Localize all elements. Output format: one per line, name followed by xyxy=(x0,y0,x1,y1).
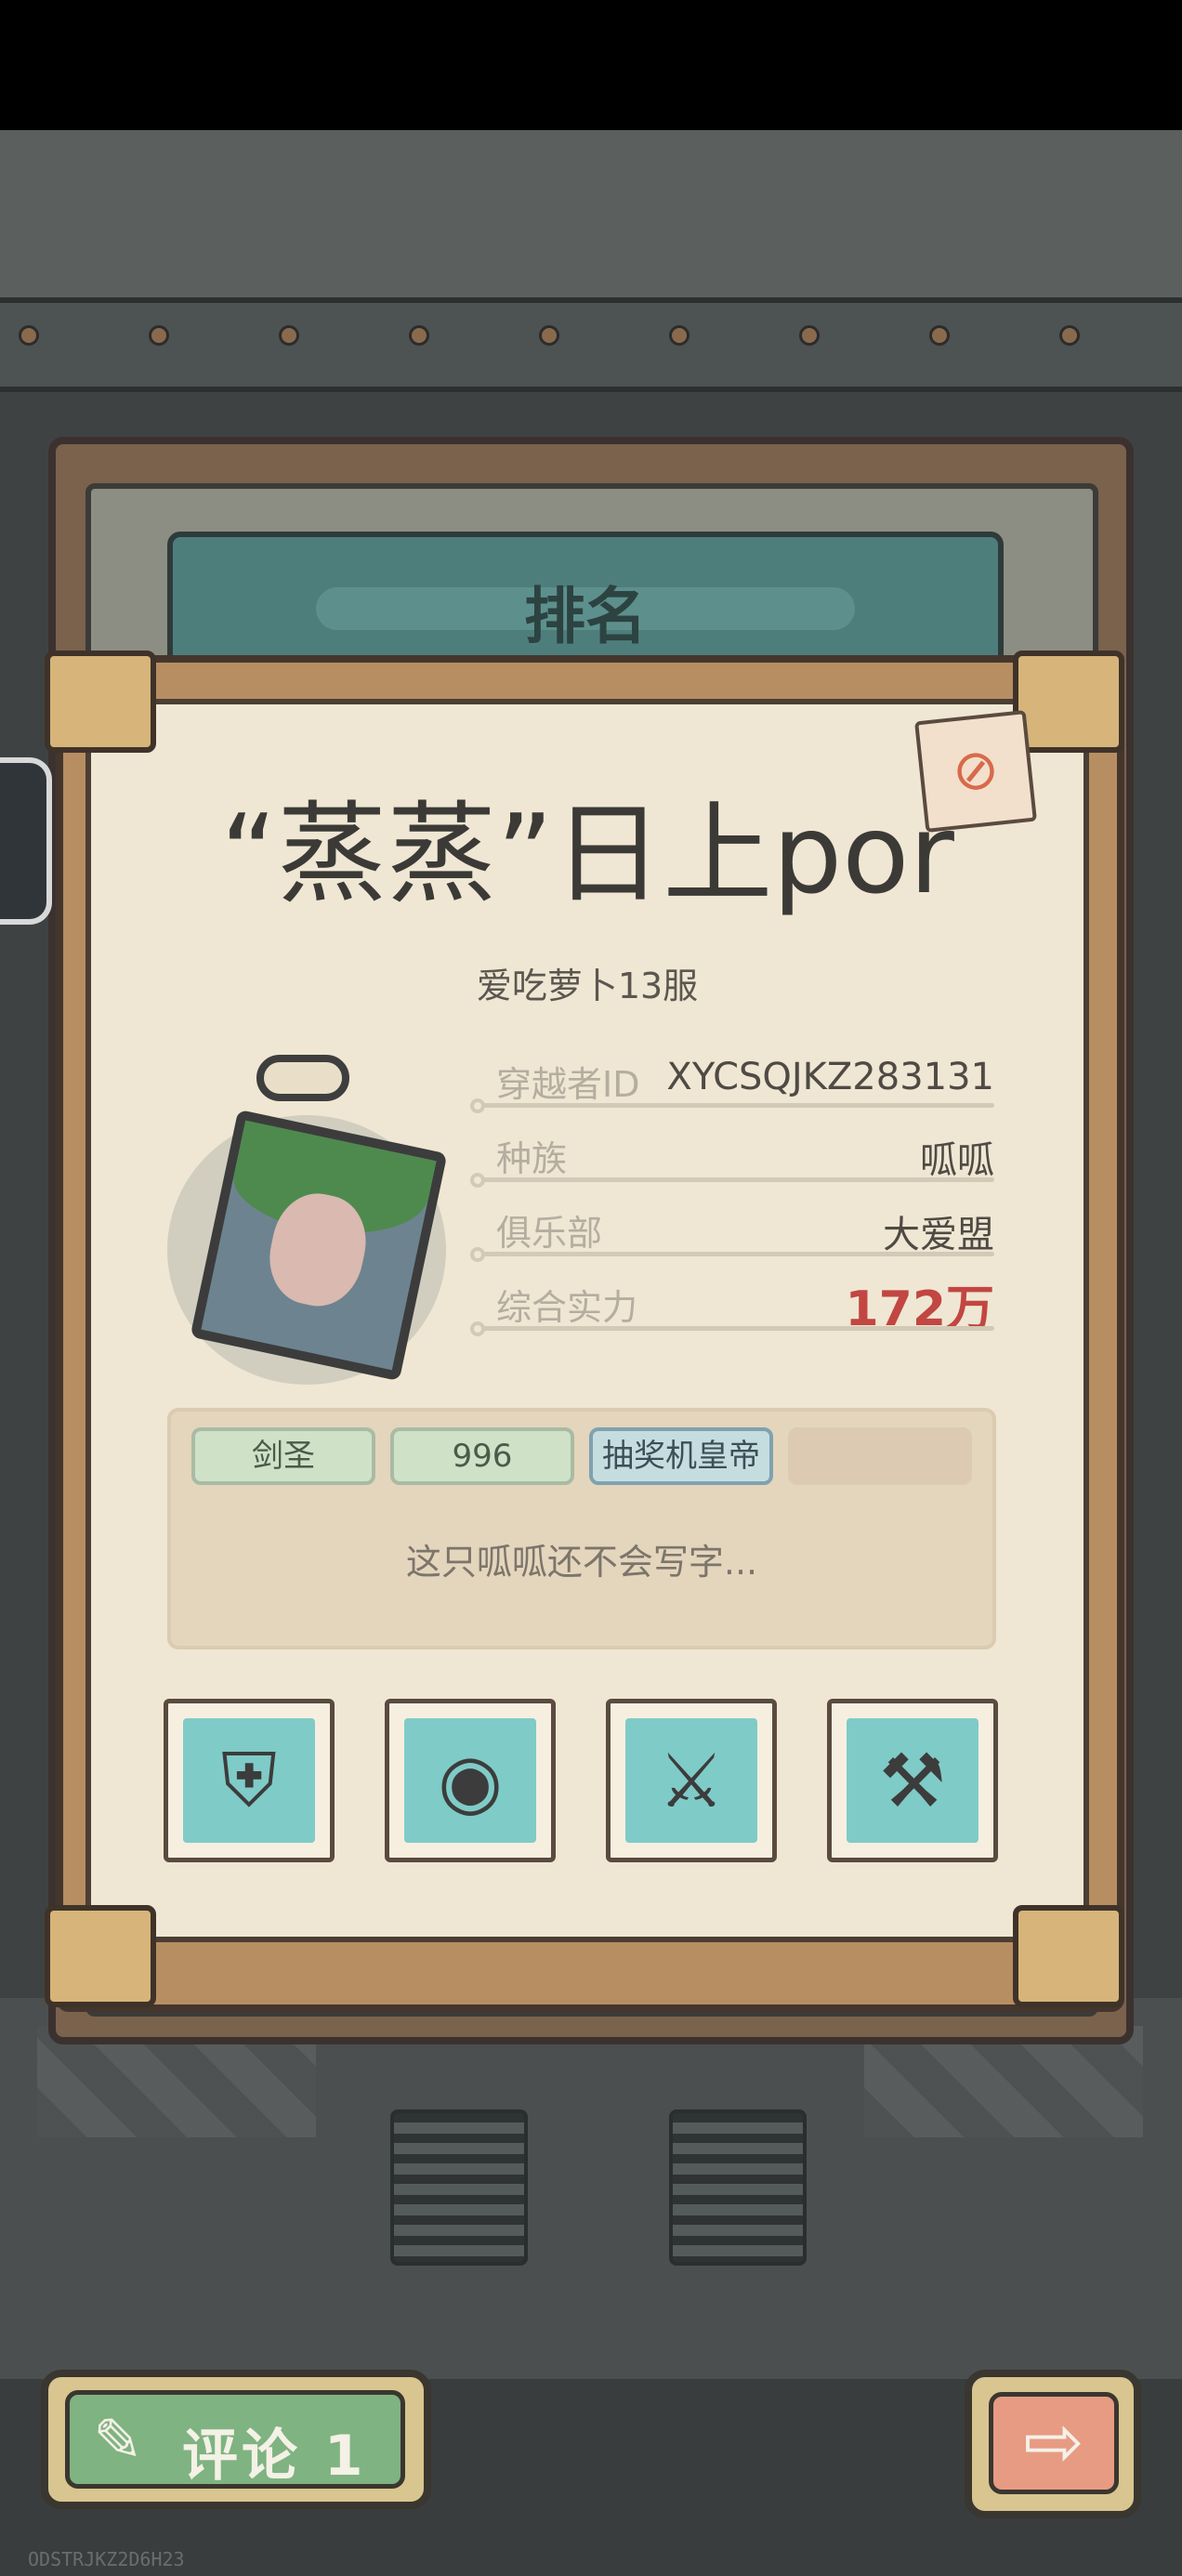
pen-icon: ✎ xyxy=(93,2407,143,2476)
info-label: 种族 xyxy=(496,1138,568,1179)
player-name: “蒸蒸”日上por xyxy=(220,790,954,918)
side-tab[interactable] xyxy=(0,757,52,925)
tag[interactable]: 剑圣 xyxy=(191,1427,375,1485)
info-value: 大爱盟 xyxy=(883,1214,994,1256)
status-bar xyxy=(0,0,1182,130)
panel-title: 排名 xyxy=(524,581,647,652)
device-code: ODSTRJKZ2D6H23 xyxy=(28,2548,185,2570)
paper-clip-icon xyxy=(256,1055,349,1101)
tag[interactable]: 996 xyxy=(390,1427,574,1485)
toolbox-badge-icon[interactable]: ⚒ xyxy=(827,1699,998,1862)
info-label: 穿越者ID xyxy=(496,1064,640,1105)
background-rail xyxy=(0,297,1182,392)
comment-label: 评论 1 xyxy=(182,2424,367,2489)
frame-corner xyxy=(1013,1905,1124,2007)
crossed-swords-badge-icon[interactable]: ⚔ xyxy=(606,1699,777,1862)
tag-empty-slot xyxy=(788,1427,972,1485)
info-row-race: 种族 呱呱 xyxy=(470,1124,994,1189)
server-name: 爱吃萝卜13服 xyxy=(476,966,699,1006)
arrow-right-icon[interactable]: ⇨ xyxy=(989,2392,1119,2494)
bio-text: 这只呱呱还不会写字... xyxy=(405,1542,758,1583)
frame-corner xyxy=(1013,651,1124,753)
info-label: 俱乐部 xyxy=(496,1213,603,1254)
frame-corner xyxy=(45,1905,156,2007)
background-machine xyxy=(0,1998,1182,2388)
shield-badge-icon[interactable]: ⛨ xyxy=(164,1699,335,1862)
frame-corner xyxy=(45,651,156,753)
background-shelf xyxy=(0,130,1182,307)
info-label: 综合实力 xyxy=(496,1287,638,1328)
info-row-club: 俱乐部 大爱盟 xyxy=(470,1199,994,1264)
tag[interactable]: 抽奖机皇帝 xyxy=(589,1427,773,1485)
info-row-id: 穿越者ID XYCSQJKZ283131 xyxy=(470,1050,994,1115)
info-value: 呱呱 xyxy=(920,1139,994,1182)
winged-eye-badge-icon[interactable]: ◉ xyxy=(385,1699,556,1862)
info-row-power: 综合实力 172万 xyxy=(470,1273,994,1338)
info-value: XYCSQJKZ283131 xyxy=(666,1056,994,1098)
